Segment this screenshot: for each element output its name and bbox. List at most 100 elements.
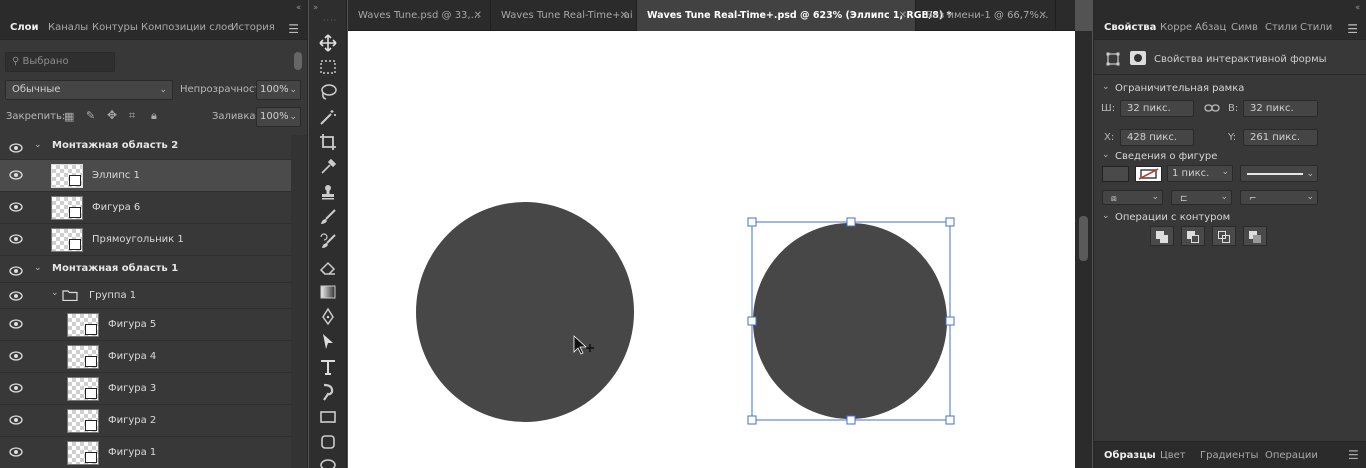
canvas-scrollbar[interactable] bbox=[1075, 31, 1092, 468]
visibility-eye-icon[interactable] bbox=[9, 319, 23, 329]
stroke-type-select[interactable]: ⌄ bbox=[1240, 165, 1318, 182]
intersect-shapes-button[interactable] bbox=[1212, 226, 1236, 246]
stroke-width-input[interactable]: 1 пикс. ⌄ bbox=[1167, 165, 1233, 182]
close-icon[interactable]: ✕ bbox=[474, 0, 482, 31]
chevron-down-icon[interactable]: ⌄ bbox=[1102, 211, 1110, 221]
layer-row-shape-6[interactable]: Фигура 6 bbox=[0, 192, 291, 224]
move-tool-icon[interactable] bbox=[318, 33, 338, 53]
magic-wand-tool-icon[interactable] bbox=[318, 107, 338, 127]
tab-adjustments[interactable]: Корре bbox=[1160, 22, 1192, 33]
visibility-eye-icon[interactable] bbox=[9, 266, 23, 276]
stroke-color-swatch[interactable] bbox=[1135, 166, 1162, 182]
visibility-eye-icon[interactable] bbox=[9, 234, 23, 244]
lasso-tool-icon[interactable] bbox=[318, 82, 338, 102]
scrollbar-thumb[interactable] bbox=[1079, 216, 1088, 261]
layer-row-shape-5[interactable]: Фигура 5 bbox=[0, 309, 291, 341]
tab-actions[interactable]: Операции bbox=[1265, 450, 1318, 461]
collapse-arrows-icon[interactable]: ›› bbox=[313, 3, 318, 13]
doc-tab-waves-tune-ai[interactable]: Waves Tune Real-Time+.ai ✕ bbox=[491, 0, 637, 31]
link-dimensions-icon[interactable] bbox=[1204, 103, 1220, 113]
stroke-caps-select[interactable]: ⊏ ⌄ bbox=[1171, 190, 1232, 205]
opacity-input[interactable]: 100% ⌄ bbox=[256, 80, 301, 100]
tab-color[interactable]: Цвет bbox=[1160, 450, 1186, 461]
lock-artboard-icon[interactable]: ⌗ bbox=[129, 109, 135, 123]
lock-pixels-brush-icon[interactable]: ✎ bbox=[86, 109, 95, 122]
eraser-tool-icon[interactable] bbox=[318, 257, 338, 277]
layer-row-shape-3[interactable]: Фигура 3 bbox=[0, 373, 291, 405]
visibility-eye-icon[interactable] bbox=[9, 351, 23, 361]
blend-mode-select[interactable]: Обычные ⌄ bbox=[5, 80, 173, 100]
width-input[interactable]: 32 пикс. bbox=[1120, 100, 1194, 117]
ellipse-shape-left[interactable] bbox=[416, 202, 634, 422]
lock-position-icon[interactable]: ✥ bbox=[107, 108, 117, 122]
tab-properties[interactable]: Свойства bbox=[1104, 22, 1156, 33]
chevron-down-icon[interactable]: ⌄ bbox=[51, 288, 59, 298]
height-input[interactable]: 32 пикс. bbox=[1243, 100, 1318, 117]
combine-shapes-button[interactable] bbox=[1150, 226, 1174, 246]
close-icon[interactable]: ✕ bbox=[620, 0, 628, 31]
visibility-eye-icon[interactable] bbox=[9, 202, 23, 212]
chevron-down-icon[interactable]: ⌄ bbox=[1102, 150, 1110, 160]
collapse-arrows-icon[interactable]: ‹‹ bbox=[296, 3, 301, 13]
marquee-tool-icon[interactable] bbox=[318, 57, 338, 77]
visibility-eye-icon[interactable] bbox=[9, 143, 23, 153]
visibility-eye-icon[interactable] bbox=[9, 415, 23, 425]
layer-row-shape-4[interactable]: Фигура 4 bbox=[0, 341, 291, 373]
fill-input[interactable]: 100% ⌄ bbox=[256, 107, 301, 127]
lock-transparency-icon[interactable]: ▦ bbox=[64, 110, 74, 123]
x-input[interactable]: 428 пикс. bbox=[1120, 129, 1194, 146]
chevron-down-icon[interactable]: ⌄ bbox=[34, 140, 42, 150]
layer-row-shape-1[interactable]: Фигура 1 bbox=[0, 437, 291, 468]
rectangle-tool-icon[interactable] bbox=[318, 407, 338, 427]
stroke-align-select[interactable]: ⧈ ⌄ bbox=[1102, 190, 1163, 205]
smudge-tool-icon[interactable] bbox=[318, 382, 338, 402]
filter-toggle-switch[interactable] bbox=[294, 52, 302, 70]
panel-menu-icon[interactable]: ☰ bbox=[288, 22, 299, 36]
panel-menu-icon[interactable]: ☰ bbox=[1347, 22, 1358, 36]
document-canvas[interactable] bbox=[348, 31, 1075, 468]
path-select-tool-icon[interactable] bbox=[318, 332, 338, 352]
toolbar-grip[interactable]: ···· bbox=[323, 16, 337, 25]
gradient-tool-icon[interactable] bbox=[318, 282, 338, 302]
tab-paragraph[interactable]: Абзац bbox=[1195, 22, 1226, 33]
ellipse-tool-icon[interactable] bbox=[318, 455, 338, 468]
stamp-tool-icon[interactable] bbox=[318, 182, 338, 202]
tab-paths[interactable]: Контуры bbox=[92, 22, 138, 33]
layer-row-artboard-2[interactable]: ⌄ Монтажная область 2 bbox=[0, 133, 291, 160]
visibility-eye-icon[interactable] bbox=[9, 291, 23, 301]
layer-row-rectangle-1[interactable]: Прямоугольник 1 bbox=[0, 224, 291, 256]
tab-styles[interactable]: Стили bbox=[1265, 22, 1297, 33]
tab-layers[interactable]: Слои bbox=[10, 22, 39, 33]
y-input[interactable]: 261 пикс. bbox=[1243, 129, 1318, 146]
eyedropper-tool-icon[interactable] bbox=[318, 157, 338, 177]
rounded-rect-tool-icon[interactable] bbox=[318, 432, 338, 452]
layer-row-group-1[interactable]: ⌄ Группа 1 bbox=[0, 283, 291, 309]
layer-filter-input[interactable]: ⚲ Выбрано bbox=[5, 52, 115, 72]
layer-row-shape-2[interactable]: Фигура 2 bbox=[0, 405, 291, 437]
exclude-overlap-button[interactable] bbox=[1243, 226, 1267, 246]
doc-tab-untitled-1[interactable]: Без имени-1 @ 66,7%... ✕ bbox=[916, 0, 1056, 31]
tab-character[interactable]: Симв bbox=[1231, 22, 1258, 33]
layer-row-ellipse-1[interactable]: Эллипс 1 bbox=[0, 160, 291, 192]
tab-history[interactable]: История bbox=[231, 22, 275, 33]
chevron-down-icon[interactable]: ⌄ bbox=[34, 263, 42, 273]
pen-tool-icon[interactable] bbox=[318, 307, 338, 327]
doc-tab-waves-tune-realtime-psd[interactable]: Waves Tune Real-Time+.psd @ 623% (Эллипс… bbox=[637, 0, 951, 31]
history-brush-tool-icon[interactable] bbox=[318, 232, 338, 252]
chevron-down-icon[interactable]: ⌄ bbox=[1102, 82, 1110, 92]
visibility-eye-icon[interactable] bbox=[9, 447, 23, 457]
visibility-eye-icon[interactable] bbox=[9, 170, 23, 180]
collapse-arrows-icon[interactable]: ‹‹ bbox=[1355, 3, 1360, 13]
close-icon[interactable]: ✕ bbox=[899, 0, 907, 31]
tab-channels[interactable]: Каналы bbox=[48, 22, 88, 33]
doc-tab-waves-tune-psd[interactable]: Waves Tune.psd @ 33,... ✕ bbox=[348, 0, 491, 31]
tab-styles-2[interactable]: Стили bbox=[1300, 22, 1332, 33]
layers-scrollbar[interactable] bbox=[291, 135, 307, 468]
subtract-shape-button[interactable] bbox=[1181, 226, 1205, 246]
fill-color-swatch[interactable] bbox=[1102, 166, 1129, 182]
type-tool-icon[interactable] bbox=[318, 357, 338, 377]
lock-all-icon[interactable]: 🔒︎ bbox=[151, 109, 157, 123]
crop-tool-icon[interactable] bbox=[318, 132, 338, 152]
tab-layer-comps[interactable]: Композиции слое bbox=[141, 22, 233, 33]
close-icon[interactable]: ✕ bbox=[1039, 0, 1047, 31]
